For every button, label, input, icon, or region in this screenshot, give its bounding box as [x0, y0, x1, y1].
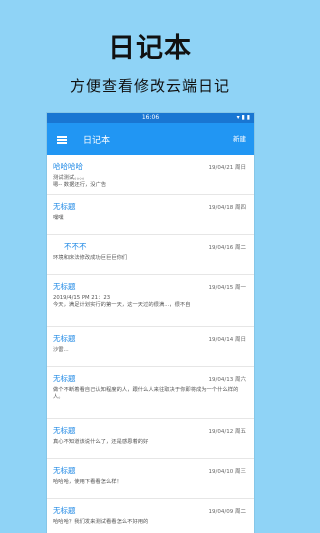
phone-screen: 16:06 ▾ ▮ ▮ 日记本 新建 哈哈哈哈 19/04/21 周日 测试测试…	[47, 113, 254, 533]
entry-title: 无标题	[53, 466, 76, 475]
app-title: 日记本	[83, 135, 111, 146]
entry-date: 19/04/09 周二	[208, 509, 246, 515]
entry-title: 无标题	[53, 374, 76, 383]
app-bar: 日记本 新建	[47, 123, 254, 155]
promo-title: 日记本	[108, 33, 192, 64]
entry-title: 无标题	[53, 426, 76, 435]
list-item[interactable]: 无标题 19/04/14 周日 沙雷...	[47, 327, 254, 367]
entry-title: 无标题	[53, 506, 76, 515]
entry-body: 做个不断着看自己认知程度的人，跟什么人来往取决于你即将成为一个什么样的人。	[53, 387, 239, 400]
entry-body: 哈哈哈？我们发来测试看看怎么不好用的	[53, 519, 149, 525]
list-item[interactable]: 无标题 19/04/13 周六 做个不断着看自己认知程度的人，跟什么人来往取决于…	[47, 367, 254, 419]
entry-body: 沙雷...	[53, 347, 69, 353]
entry-body: 哈哈哈，使用下看看怎么样！	[53, 479, 122, 485]
list-item[interactable]: 无标题 19/04/12 周五 真心不知道该说什么了，还是感恩着的好	[47, 419, 254, 459]
entry-title: 哈哈哈哈	[53, 162, 83, 171]
list-item[interactable]: 无标题 19/04/10 周三 哈哈哈，使用下看看怎么样！	[47, 459, 254, 499]
entry-date: 19/04/15 周一	[208, 285, 246, 291]
list-item[interactable]: 不不不 19/04/16 周二 环境和床法修改成功巨巨巨你们	[47, 235, 254, 275]
entry-date: 19/04/13 周六	[208, 377, 246, 383]
entry-body: 测试测试。。。。 嗯-- 数据还行，没广告	[53, 175, 107, 188]
entry-title: 无标题	[53, 334, 76, 343]
status-bar: 16:06 ▾ ▮ ▮	[47, 113, 254, 123]
entry-body: 2019/4/15 PM 21：23 今天，满足计划实行的第一天，这一天过的很满…	[53, 295, 191, 308]
status-time: 16:06	[141, 114, 160, 121]
diary-list: 哈哈哈哈 19/04/21 周日 测试测试。。。。 嗯-- 数据还行，没广告 无…	[47, 155, 254, 533]
entry-date: 19/04/10 周三	[208, 469, 246, 475]
new-entry-button[interactable]: 新建	[233, 133, 246, 143]
promo-subtitle: 方便查看修改云端日记	[69, 77, 230, 95]
entry-date: 19/04/18 周四	[208, 205, 246, 211]
entry-date: 19/04/21 周日	[208, 165, 246, 171]
entry-date: 19/04/14 周日	[208, 337, 246, 343]
entry-date: 19/04/16 周二	[208, 245, 246, 251]
entry-title: 无标题	[53, 282, 76, 291]
list-item[interactable]: 无标题 19/04/09 周二 哈哈哈？我们发来测试看看怎么不好用的	[47, 499, 254, 533]
entry-body: 环境和床法修改成功巨巨巨你们	[53, 255, 128, 261]
menu-icon[interactable]	[55, 132, 69, 146]
list-item[interactable]: 无标题 19/04/18 周四 嘿嘿	[47, 195, 254, 235]
entry-title: 不不不	[64, 242, 87, 251]
entry-title: 无标题	[53, 202, 76, 211]
list-item[interactable]: 无标题 19/04/15 周一 2019/4/15 PM 21：23 今天，满足…	[47, 275, 254, 327]
status-icons: ▾ ▮ ▮	[236, 114, 250, 121]
list-item[interactable]: 哈哈哈哈 19/04/21 周日 测试测试。。。。 嗯-- 数据还行，没广告	[47, 155, 254, 195]
entry-body: 嘿嘿	[53, 215, 64, 221]
entry-date: 19/04/12 周五	[208, 429, 246, 435]
entry-body: 真心不知道该说什么了，还是感恩着的好	[53, 439, 149, 445]
